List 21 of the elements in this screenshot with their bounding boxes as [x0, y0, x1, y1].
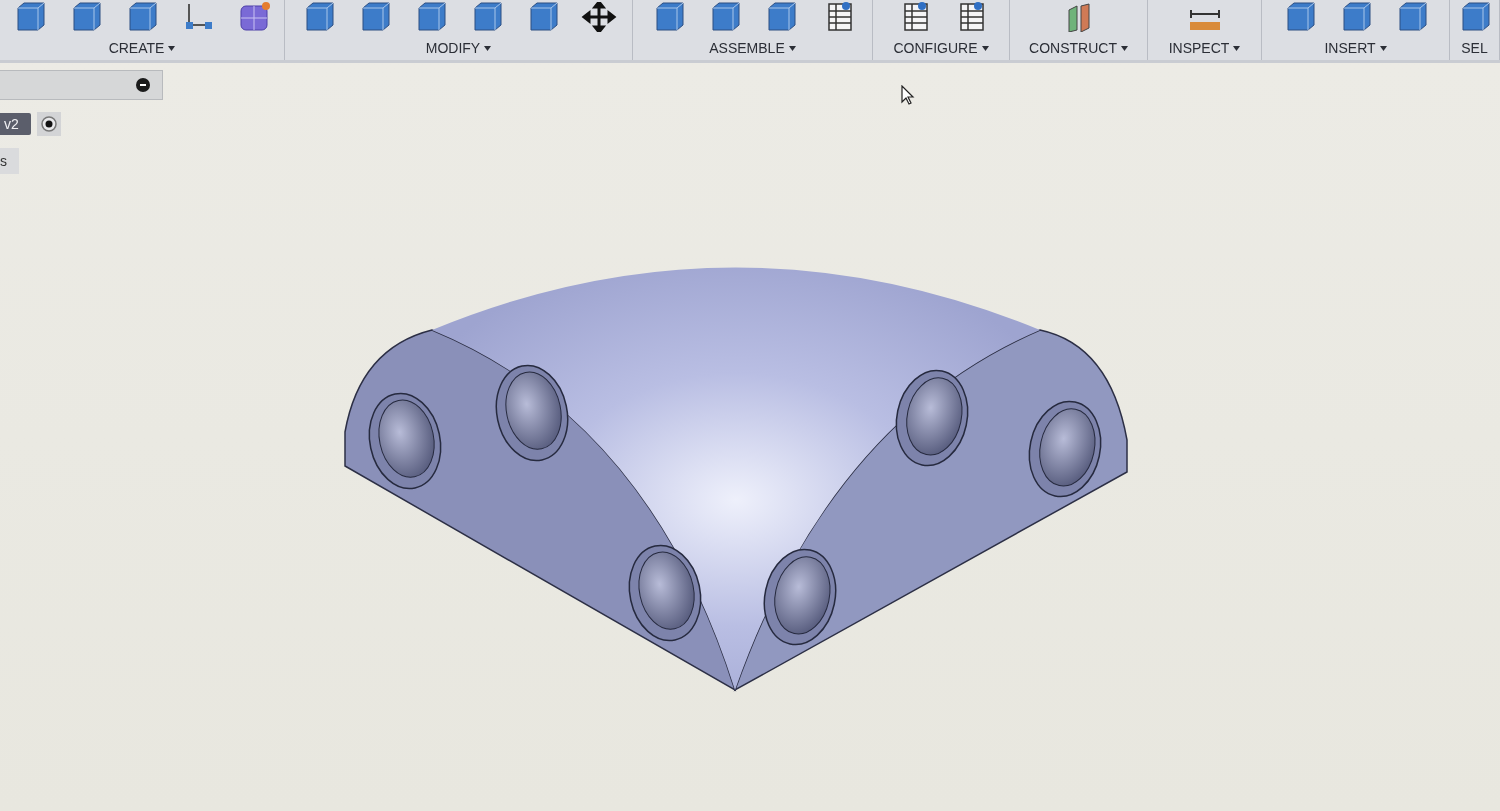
caret-icon: [788, 45, 796, 51]
browser-item[interactable]: s: [0, 148, 19, 174]
move-icon[interactable]: [580, 2, 617, 32]
caret-icon: [168, 45, 176, 51]
toolbar-group-menu[interactable]: SEL: [1461, 40, 1488, 56]
toolbar-group-menu[interactable]: INSPECT: [1168, 40, 1241, 56]
caret-icon: [1233, 45, 1241, 51]
caret-icon: [484, 45, 492, 51]
toolbar-group-menu[interactable]: ASSEMBLE: [709, 40, 796, 56]
caret-icon: [1120, 45, 1128, 51]
version-tag: v2: [0, 113, 31, 135]
toolbar-group-menu[interactable]: CREATE: [108, 40, 176, 56]
caret-icon: [1379, 45, 1387, 51]
toolbar-group-menu[interactable]: CONFIGURE: [893, 40, 989, 56]
radio-icon[interactable]: [40, 116, 57, 132]
toolbar-group-menu[interactable]: CONSTRUCT: [1029, 40, 1128, 56]
caret-icon: [981, 45, 989, 51]
toolbar-group-menu[interactable]: INSERT: [1324, 40, 1387, 56]
toolbar-group-menu[interactable]: MODIFY: [425, 40, 492, 56]
cursor-icon: [901, 85, 915, 105]
collapse-icon[interactable]: [136, 78, 150, 92]
